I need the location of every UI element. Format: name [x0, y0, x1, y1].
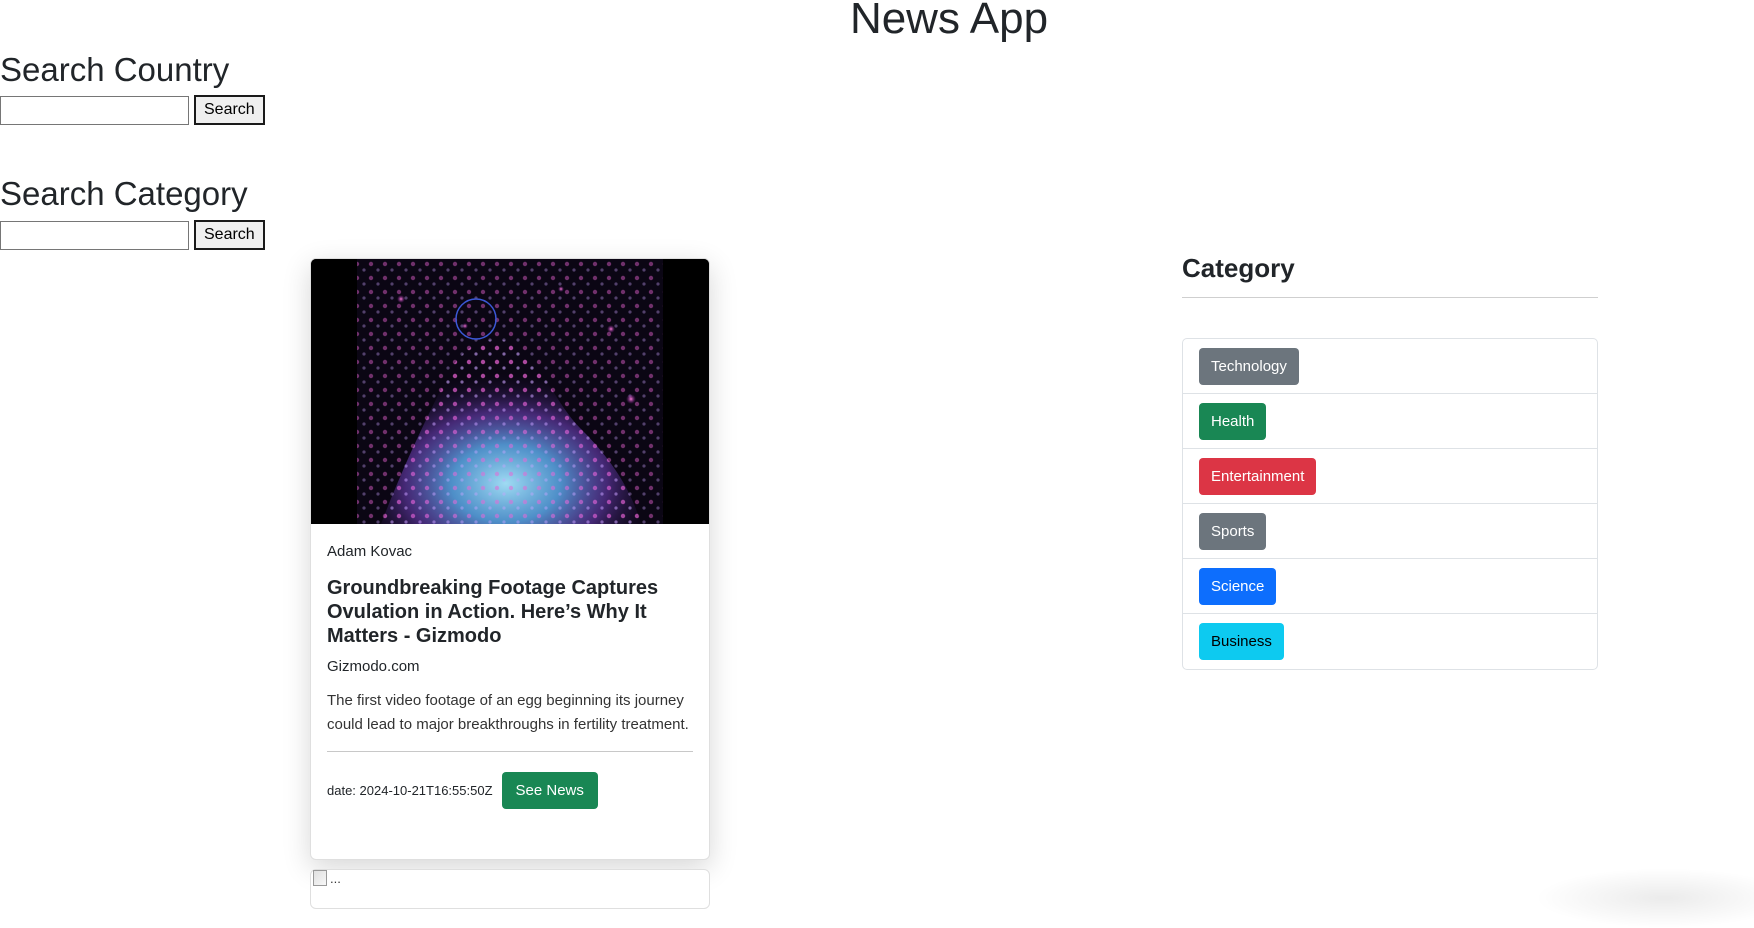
- search-country-input[interactable]: [0, 95, 189, 125]
- broken-image: ...: [313, 870, 341, 886]
- broken-image-alt: ...: [330, 870, 341, 886]
- category-item-technology: Technology: [1183, 339, 1597, 394]
- category-badge-health[interactable]: Health: [1199, 402, 1267, 440]
- article-title: Groundbreaking Footage Captures Ovulatio…: [327, 577, 659, 647]
- category-badge-business[interactable]: Business: [1199, 623, 1284, 660]
- search-category-input[interactable]: [0, 220, 189, 250]
- category-item-entertainment: Entertainment: [1183, 449, 1597, 504]
- search-category-heading: Search Category: [0, 175, 248, 212]
- category-heading: Category: [1182, 252, 1598, 298]
- news-card: Adam Kovac Groundbreaking Footage Captur…: [310, 258, 710, 860]
- category-item-science: Science: [1183, 559, 1597, 614]
- category-item-sports: Sports: [1183, 504, 1597, 559]
- category-badge-science[interactable]: Science: [1199, 567, 1277, 605]
- news-card-next: ...: [310, 869, 710, 909]
- article-image-graphic: [311, 259, 709, 524]
- search-country-button[interactable]: Search: [194, 95, 265, 125]
- category-item-business: Business: [1183, 614, 1597, 669]
- search-country-heading: Search Country: [0, 51, 230, 88]
- article-image: [311, 259, 709, 524]
- article-description: The first video footage of an egg beginn…: [327, 692, 689, 733]
- article-author: Adam Kovac: [327, 543, 413, 560]
- search-country-form: Search: [0, 95, 265, 125]
- category-badge-technology[interactable]: Technology: [1199, 347, 1299, 385]
- card-body: Adam Kovac Groundbreaking Footage Captur…: [311, 524, 709, 809]
- category-badge-entertainment[interactable]: Entertainment: [1199, 457, 1317, 495]
- search-category-button[interactable]: Search: [194, 220, 265, 250]
- see-news-button[interactable]: See News: [501, 772, 598, 809]
- category-badge-sports[interactable]: Sports: [1199, 512, 1267, 550]
- article-source: Gizmodo.com: [327, 658, 420, 675]
- card-divider: [327, 751, 693, 752]
- broken-image-icon: [313, 870, 327, 886]
- card-footer: date: 2024-10-21T16:55:50Z See News: [327, 772, 693, 809]
- category-panel: Category Technology Health Entertainment…: [1182, 252, 1598, 670]
- search-category-form: Search: [0, 220, 265, 250]
- category-item-health: Health: [1183, 394, 1597, 449]
- category-list: Technology Health Entertainment Sports S…: [1182, 338, 1598, 670]
- decorative-shadow: [1534, 868, 1754, 928]
- article-date: date: 2024-10-21T16:55:50Z: [327, 783, 493, 798]
- app-title: News App: [849, 0, 1049, 43]
